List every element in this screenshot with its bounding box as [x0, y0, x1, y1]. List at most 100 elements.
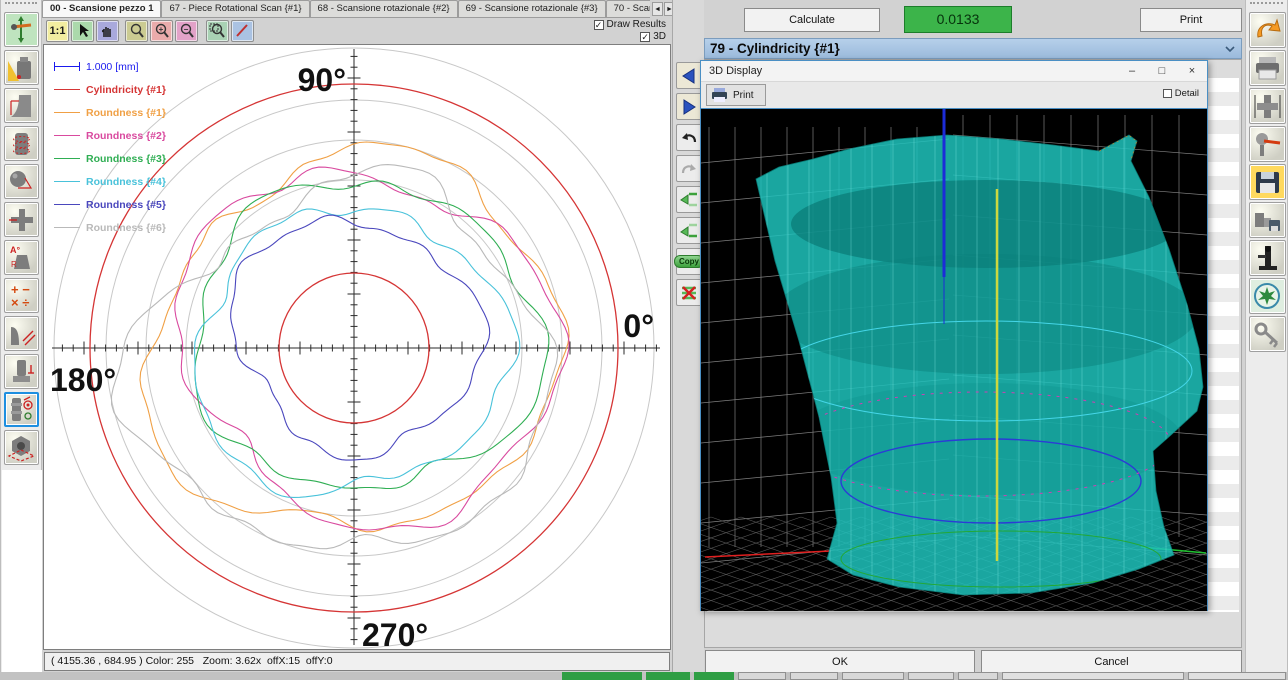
feature-dropdown-label: 79 - Cylindricity {#1}	[710, 41, 840, 56]
tool-probe-alignment-button[interactable]	[4, 12, 39, 47]
copy-button[interactable]: Copy	[676, 248, 702, 275]
taskbar-strip	[0, 672, 1288, 680]
3d-window-titlebar[interactable]: 3D Display – □ ×	[701, 61, 1207, 82]
scale-bar: 1.000 [mm]	[54, 55, 166, 78]
taskbar-segment[interactable]	[958, 672, 998, 680]
toolbar-grip[interactable]	[5, 2, 37, 9]
legend-entry-4: Roundness {#4}	[54, 170, 166, 193]
undo-button[interactable]	[676, 124, 702, 151]
insert-before-button[interactable]	[676, 186, 702, 213]
tool-rotational-scan-button[interactable]	[4, 392, 39, 427]
three-d-label: 3D	[653, 31, 666, 42]
tab-3[interactable]: 69 - Scansione rotazionale {#3}	[458, 0, 606, 17]
detail-checkbox[interactable]: Detail	[1163, 88, 1199, 99]
toolbar-grip[interactable]	[1250, 2, 1283, 9]
zoom-out-button[interactable]: −	[175, 20, 198, 42]
feature-dropdown[interactable]: 79 - Cylindricity {#1}	[704, 38, 1242, 59]
legend-entry-6: Roundness {#6}	[54, 216, 166, 239]
maximize-icon[interactable]: □	[1147, 61, 1177, 82]
redo-button[interactable]	[676, 155, 702, 182]
3d-print-button[interactable]: Print	[706, 84, 766, 106]
tool-math-operations-button[interactable]: + −× ÷	[4, 278, 39, 313]
tool-nut-flatness-button[interactable]	[4, 430, 39, 465]
taskbar-segment[interactable]	[1002, 672, 1184, 680]
pan-hand-button[interactable]	[96, 20, 119, 42]
undo-change-button[interactable]	[1249, 12, 1286, 48]
cancel-button[interactable]: Cancel	[981, 650, 1242, 673]
scale-1-1-button[interactable]: 1:1	[46, 20, 69, 42]
legend-label: Roundness {#1}	[86, 107, 166, 119]
plot-panel: 00 - Scansione pezzo 167 - Piece Rotatio…	[42, 0, 672, 672]
legend-label: Roundness {#3}	[86, 153, 166, 165]
tab-0[interactable]: 00 - Scansione pezzo 1	[42, 0, 161, 17]
3d-scene	[701, 109, 1207, 611]
tab-2[interactable]: 68 - Scansione rotazionale {#2}	[310, 0, 458, 17]
3d-viewport[interactable]	[701, 108, 1207, 610]
fixture-button[interactable]	[1249, 240, 1286, 276]
chevron-down-icon	[1225, 46, 1235, 53]
polar-plot-area[interactable]: 90°0°180°270° 1.000 [mm]Cylindricity {#1…	[43, 44, 671, 650]
tool-sphere-measure-button[interactable]	[4, 164, 39, 199]
zoom-region-button[interactable]	[206, 20, 229, 42]
left-tool-column: A°R+ −× ÷	[0, 0, 42, 680]
brand-logo-button[interactable]	[1249, 278, 1286, 314]
taskbar-segment[interactable]	[1188, 672, 1286, 680]
taskbar-segment[interactable]	[694, 672, 734, 680]
legend-entry-5: Roundness {#5}	[54, 193, 166, 216]
detail-label: Detail	[1175, 88, 1199, 99]
taskbar-segment[interactable]	[738, 672, 786, 680]
tool-profile-measure-button[interactable]	[4, 88, 39, 123]
ok-button[interactable]: OK	[705, 650, 975, 673]
tool-perpendicularity-button[interactable]	[4, 354, 39, 389]
calculate-button[interactable]: Calculate	[744, 8, 880, 32]
legend-label: Roundness {#5}	[86, 199, 166, 211]
minimize-icon[interactable]: –	[1117, 61, 1147, 82]
plot-toolbar: ✓ Draw Results ✓ 3D 1:1 +−	[42, 19, 672, 44]
legend-entry-3: Roundness {#3}	[54, 147, 166, 170]
legend-line-swatch	[54, 135, 80, 136]
scale-bar-label: 1.000 [mm]	[86, 61, 139, 73]
forward-button[interactable]	[676, 93, 702, 120]
probe-arm-button[interactable]	[1249, 126, 1286, 162]
angle-label: 90°	[298, 62, 346, 98]
tab-4[interactable]: 70 - Scansione rotazionale {#4}	[606, 0, 650, 17]
3d-display-window: 3D Display – □ × Print Detail	[700, 60, 1208, 611]
taskbar-segment[interactable]	[842, 672, 904, 680]
legend-line-swatch	[54, 112, 80, 113]
save-part-button[interactable]	[1249, 202, 1286, 238]
zoom-button[interactable]	[125, 20, 148, 42]
taskbar-segment[interactable]	[646, 672, 690, 680]
taskbar-segment[interactable]	[790, 672, 838, 680]
taskbar-segment[interactable]	[562, 672, 642, 680]
back-button[interactable]	[676, 62, 702, 89]
draw-results-label: Draw Results	[607, 19, 666, 30]
close-icon[interactable]: ×	[1177, 61, 1207, 82]
zoom-in-button[interactable]: +	[150, 20, 173, 42]
tool-angle-measure-button[interactable]: A°R	[4, 240, 39, 275]
svg-text:× ÷: × ÷	[11, 295, 29, 310]
tool-piece-setup-button[interactable]	[4, 50, 39, 85]
insert-after-button[interactable]	[676, 217, 702, 244]
angle-label: 180°	[50, 362, 116, 398]
result-value-field: 0.0133	[904, 6, 1012, 33]
legend-label: Roundness {#2}	[86, 130, 166, 142]
print-button[interactable]	[1249, 50, 1286, 86]
checkbox-check-icon: ✓	[594, 20, 604, 30]
metrology-app-window: { "tabs": { "items": [ {"label": "00 - S…	[0, 0, 1288, 680]
measure-line-button[interactable]	[231, 20, 254, 42]
part-dimensions-button[interactable]	[1249, 88, 1286, 124]
cursor-arrow-button[interactable]	[71, 20, 94, 42]
save-button[interactable]	[1249, 164, 1286, 200]
tab-scroll-left-icon[interactable]: ◄	[652, 2, 663, 16]
tool-cylinder-scan-button[interactable]	[4, 126, 39, 161]
print-button[interactable]: Print	[1140, 8, 1242, 32]
tab-1[interactable]: 67 - Piece Rotational Scan {#1}	[161, 0, 309, 17]
tool-line-measure-button[interactable]	[4, 316, 39, 351]
three-d-checkbox[interactable]: ✓ 3D	[576, 31, 666, 42]
draw-results-checkbox[interactable]: ✓ Draw Results	[576, 19, 666, 30]
tool-cross-measure-button[interactable]	[4, 202, 39, 237]
delete-button[interactable]	[676, 279, 702, 306]
plot-legend: 1.000 [mm]Cylindricity {#1}Roundness {#1…	[54, 55, 166, 239]
license-key-button[interactable]	[1249, 316, 1286, 352]
taskbar-segment[interactable]	[908, 672, 954, 680]
